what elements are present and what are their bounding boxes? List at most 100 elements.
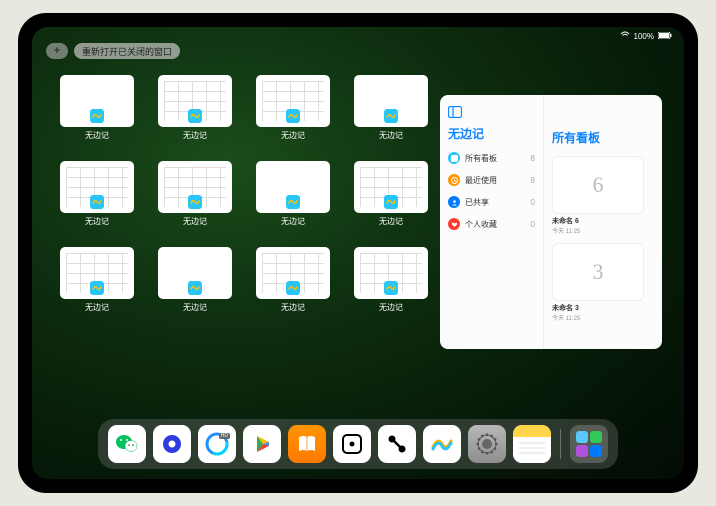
freeform-app-icon <box>286 195 300 209</box>
window-thumbnail <box>354 75 428 127</box>
freeform-panel[interactable]: ••• 无边记 所有看板8最近使用8已共享0个人收藏0 所有看板 6未命名 6今… <box>440 95 662 349</box>
screen: 100% + 重新打开已关闭的窗口 无边记无边记无边记无边记无边记无边记无边记无… <box>32 27 684 479</box>
window-card[interactable]: 无边记 <box>354 161 428 233</box>
sidebar-item-count: 0 <box>531 198 535 207</box>
dock-icon-dice[interactable] <box>333 425 371 463</box>
window-thumbnail <box>256 161 330 213</box>
freeform-app-icon <box>384 281 398 295</box>
window-label: 无边记 <box>379 302 403 313</box>
board-card[interactable]: 3 未命名 3今天 11:25 <box>552 243 644 322</box>
freeform-app-icon <box>188 109 202 123</box>
freeform-app-icon <box>384 195 398 209</box>
sidebar-item-label: 最近使用 <box>465 175 526 186</box>
freeform-app-icon <box>286 281 300 295</box>
sidebar-item-icon <box>448 152 460 164</box>
dock-icon-app-library[interactable] <box>570 425 608 463</box>
dock-icon-settings[interactable] <box>468 425 506 463</box>
freeform-app-icon <box>188 281 202 295</box>
sidebar-item-count: 8 <box>531 154 535 163</box>
window-thumbnail <box>256 75 330 127</box>
sidebar-item[interactable]: 已共享 0 <box>448 196 535 208</box>
dock-icon-wechat[interactable] <box>108 425 146 463</box>
dock-icon-connect[interactable] <box>378 425 416 463</box>
dock-icon-qq-browser[interactable]: HD <box>198 425 236 463</box>
dock-badge: HD <box>219 433 230 439</box>
window-thumbnail <box>158 75 232 127</box>
board-timestamp: 今天 11:25 <box>552 226 644 235</box>
sidebar-item-icon <box>448 196 460 208</box>
freeform-app-icon <box>90 281 104 295</box>
window-label: 无边记 <box>183 216 207 227</box>
sidebar-item-label: 已共享 <box>465 197 526 208</box>
window-thumbnail <box>158 161 232 213</box>
panel-content: 所有看板 6未命名 6今天 11:253未命名 3今天 11:25 <box>544 95 662 349</box>
plus-icon: + <box>54 45 60 57</box>
dock-icon-freeform[interactable] <box>423 425 461 463</box>
window-card[interactable]: 无边记 <box>158 161 232 233</box>
ipad-frame: 100% + 重新打开已关闭的窗口 无边记无边记无边记无边记无边记无边记无边记无… <box>18 13 698 493</box>
sidebar-item[interactable]: 最近使用 8 <box>448 174 535 186</box>
top-controls: + 重新打开已关闭的窗口 <box>46 43 180 59</box>
status-bar: 100% <box>620 31 672 41</box>
window-card[interactable]: 无边记 <box>354 75 428 147</box>
board-name: 未命名 6 <box>552 216 644 226</box>
window-card[interactable]: 无边记 <box>354 247 428 319</box>
sidebar-item-label: 个人收藏 <box>465 219 526 230</box>
window-label: 无边记 <box>183 302 207 313</box>
window-card[interactable]: 无边记 <box>60 161 134 233</box>
window-label: 无边记 <box>183 130 207 141</box>
sidebar-item-count: 8 <box>531 176 535 185</box>
sidebar-item[interactable]: 所有看板 8 <box>448 152 535 164</box>
window-label: 无边记 <box>85 302 109 313</box>
freeform-app-icon <box>90 195 104 209</box>
dock-icon-play[interactable] <box>243 425 281 463</box>
panel-sidebar: 无边记 所有看板 8 最近使用 8 已共享 0 个人收藏 0 <box>440 95 544 349</box>
window-card[interactable]: 无边记 <box>256 247 330 319</box>
panel-title: 无边记 <box>448 125 535 142</box>
reopen-closed-window-button[interactable]: 重新打开已关闭的窗口 <box>74 43 180 59</box>
board-thumbnail: 6 <box>552 156 644 214</box>
battery-text: 100% <box>634 32 654 41</box>
freeform-app-icon <box>286 109 300 123</box>
sidebar-item-icon <box>448 218 460 230</box>
window-card[interactable]: 无边记 <box>256 161 330 233</box>
board-card[interactable]: 6 未命名 6今天 11:25 <box>552 156 644 235</box>
window-thumbnail <box>354 161 428 213</box>
dock-icon-books[interactable] <box>288 425 326 463</box>
window-thumbnail <box>60 161 134 213</box>
window-label: 无边记 <box>379 216 403 227</box>
window-card[interactable]: 无边记 <box>256 75 330 147</box>
sidebar-item[interactable]: 个人收藏 0 <box>448 218 535 230</box>
dock-separator <box>560 429 561 459</box>
window-thumbnail <box>354 247 428 299</box>
sidebar-item-label: 所有看板 <box>465 153 526 164</box>
window-label: 无边记 <box>281 302 305 313</box>
window-thumbnail <box>60 75 134 127</box>
window-thumbnail <box>60 247 134 299</box>
sidebar-item-icon <box>448 174 460 186</box>
reopen-label: 重新打开已关闭的窗口 <box>82 45 172 58</box>
sidebar-item-count: 0 <box>531 220 535 229</box>
freeform-app-icon <box>188 195 202 209</box>
window-card[interactable]: 无边记 <box>60 247 134 319</box>
dock-icon-notes[interactable] <box>513 425 551 463</box>
app-switcher-grid: 无边记无边记无边记无边记无边记无边记无边记无边记无边记无边记无边记无边记 <box>60 75 428 319</box>
dock: HD <box>98 419 618 469</box>
window-thumbnail <box>158 247 232 299</box>
new-window-button[interactable]: + <box>46 43 68 59</box>
dock-icon-quark[interactable] <box>153 425 191 463</box>
board-thumbnail: 3 <box>552 243 644 301</box>
battery-icon <box>658 32 672 41</box>
wifi-icon <box>620 31 630 41</box>
panel-right-title: 所有看板 <box>552 129 654 146</box>
window-label: 无边记 <box>85 130 109 141</box>
window-label: 无边记 <box>281 216 305 227</box>
board-timestamp: 今天 11:25 <box>552 313 644 322</box>
window-card[interactable]: 无边记 <box>158 247 232 319</box>
freeform-app-icon <box>384 109 398 123</box>
sidebar-toggle-icon[interactable] <box>448 105 462 117</box>
window-card[interactable]: 无边记 <box>60 75 134 147</box>
freeform-app-icon <box>90 109 104 123</box>
board-name: 未命名 3 <box>552 303 644 313</box>
window-card[interactable]: 无边记 <box>158 75 232 147</box>
